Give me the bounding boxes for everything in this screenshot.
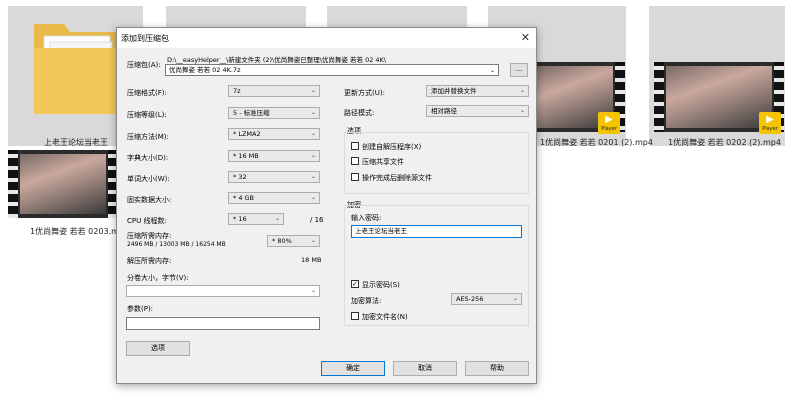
help-button[interactable]: 帮助 xyxy=(465,361,529,376)
method-label: 压缩方法(M): xyxy=(127,133,169,141)
chevron-down-icon: ⌄ xyxy=(489,67,495,74)
method-select[interactable]: * LZMA2 ⌄ xyxy=(228,128,320,140)
close-icon[interactable]: ✕ xyxy=(521,31,530,44)
chevron-down-icon: ⌄ xyxy=(274,215,280,222)
check-icon: ✓ xyxy=(351,280,359,288)
chevron-down-icon: ⌄ xyxy=(310,237,316,244)
encrypt-group xyxy=(344,205,529,326)
chevron-down-icon: ⌄ xyxy=(310,152,316,159)
dialog-titlebar[interactable]: 添加到压缩包 ✕ xyxy=(117,28,536,48)
threads-max: / 16 xyxy=(310,216,324,224)
solid-select[interactable]: * 4 GB ⌄ xyxy=(228,192,320,204)
word-select[interactable]: * 32 ⌄ xyxy=(228,171,320,183)
level-label: 压缩等级(L): xyxy=(127,111,167,119)
folder-icon[interactable] xyxy=(30,14,120,118)
chevron-down-icon: ⌄ xyxy=(310,87,316,94)
mem-compress-label: 压缩所需内存: xyxy=(127,232,172,240)
password-label: 输入密码: xyxy=(351,214,382,222)
file-name: 1优尚舞姿 若若 0203.mp4 xyxy=(30,227,130,236)
shared-checkbox[interactable]: 压缩共享文件 xyxy=(351,157,404,167)
level-select[interactable]: 5 - 标准压缩 ⌄ xyxy=(228,107,320,119)
archive-label: 压缩包(A): xyxy=(127,61,161,69)
browse-button[interactable]: ... xyxy=(510,63,528,77)
chevron-down-icon: ⌄ xyxy=(310,109,316,116)
algo-label: 加密算法: xyxy=(351,297,382,305)
chevron-down-icon: ⌄ xyxy=(519,87,525,94)
volume-select[interactable]: ⌄ xyxy=(126,285,320,297)
show-password-checkbox[interactable]: ✓ 显示密码(S) xyxy=(351,280,400,290)
update-select[interactable]: 添加并替换文件 ⌄ xyxy=(426,85,529,97)
solid-label: 固实数据大小: xyxy=(127,196,172,204)
options-button[interactable]: 选项 xyxy=(126,341,190,356)
chevron-down-icon: ⌄ xyxy=(310,194,316,201)
chevron-down-icon: ⌄ xyxy=(519,107,525,114)
chevron-down-icon: ⌄ xyxy=(310,287,316,294)
file-name: 1优尚舞姿 若若 0202 (2).mp4 xyxy=(668,138,781,147)
pathmode-select[interactable]: 相对路径 ⌄ xyxy=(426,105,529,117)
encrypt-names-checkbox[interactable]: 加密文件名(N) xyxy=(351,312,408,322)
archive-name-input[interactable]: 优尚舞姿 若若 02 4K.7z ⌄ xyxy=(165,64,499,76)
params-label: 参数(P): xyxy=(127,305,154,313)
player-badge-icon: Player xyxy=(759,112,781,134)
password-input[interactable]: 上老王论坛当老王 xyxy=(351,225,522,238)
archive-path: D:\__easyHelper__\新建文件夹 (2)\优尚舞姿已整理\优尚舞姿… xyxy=(167,56,386,64)
threads-label: CPU 线程数: xyxy=(127,217,167,225)
mem-compress-select[interactable]: * 80% ⌄ xyxy=(267,235,320,247)
video-thumbnail[interactable] xyxy=(8,150,118,218)
word-label: 单词大小(W): xyxy=(127,175,170,183)
delete-source-checkbox[interactable]: 操作完成后删除源文件 xyxy=(351,173,432,183)
folder-label: 上老王论坛当老王 xyxy=(44,138,108,147)
pathmode-label: 路径模式: xyxy=(344,109,375,117)
player-badge-icon: Player xyxy=(598,112,620,134)
algo-select[interactable]: AES-256 ⌄ xyxy=(451,293,522,305)
threads-select[interactable]: * 16 ⌄ xyxy=(228,213,284,225)
chevron-down-icon: ⌄ xyxy=(512,295,518,302)
format-select[interactable]: 7z ⌄ xyxy=(228,85,320,97)
mem-decompress-label: 解压所需内存: xyxy=(127,257,172,265)
dict-select[interactable]: * 16 MB ⌄ xyxy=(228,150,320,162)
file-name: 1优尚舞姿 若若 0201 (2).mp4 xyxy=(540,138,653,147)
sfx-checkbox[interactable]: 创建自解压程序(X) xyxy=(351,142,421,152)
format-label: 压缩格式(F): xyxy=(127,89,167,97)
chevron-down-icon: ⌄ xyxy=(310,130,316,137)
volume-label: 分卷大小，字节(V): xyxy=(127,274,189,282)
add-to-archive-dialog: 添加到压缩包 ✕ 压缩包(A): D:\__easyHelper__\新建文件夹… xyxy=(116,27,537,384)
chevron-down-icon: ⌄ xyxy=(310,173,316,180)
cancel-button[interactable]: 取消 xyxy=(393,361,457,376)
params-input[interactable] xyxy=(126,317,320,330)
mem-compress-detail: 2496 MB / 13003 MB / 16254 MB xyxy=(127,241,226,248)
update-label: 更新方式(U): xyxy=(344,89,385,97)
dict-label: 字典大小(D): xyxy=(127,154,169,162)
mem-decompress-value: 18 MB xyxy=(301,256,322,264)
dialog-title: 添加到压缩包 xyxy=(121,34,169,43)
ok-button[interactable]: 确定 xyxy=(321,361,385,376)
